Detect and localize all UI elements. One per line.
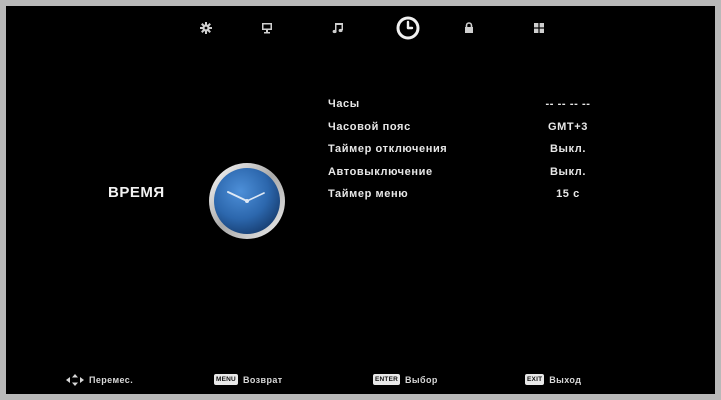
menu-tab-bar bbox=[6, 14, 715, 44]
hint-exit: EXIT Выход bbox=[525, 374, 581, 385]
setting-label: Часы bbox=[328, 98, 360, 110]
setting-label: Таймер меню bbox=[328, 188, 409, 200]
time-settings-list: Часы -- -- -- -- Часовой пояс GMT+3 Тайм… bbox=[328, 96, 628, 209]
setting-value: GMT+3 bbox=[548, 120, 588, 133]
tab-setup[interactable] bbox=[525, 14, 553, 42]
hint-back: MENU Возврат bbox=[214, 374, 283, 385]
four-way-arrows-icon bbox=[66, 374, 84, 386]
hint-select: ENTER Выбор bbox=[373, 374, 438, 385]
enter-key-badge: ENTER bbox=[373, 374, 401, 385]
music-note-icon bbox=[332, 23, 343, 34]
setting-clock[interactable]: Часы -- -- -- -- bbox=[328, 96, 628, 119]
setting-value: Выкл. bbox=[549, 143, 587, 155]
setting-value: -- -- -- -- bbox=[545, 98, 591, 110]
hint-move: Перемес. bbox=[66, 374, 133, 386]
clock-icon bbox=[396, 16, 420, 40]
hint-label: Выход bbox=[549, 374, 582, 385]
hint-label: Возврат bbox=[242, 374, 283, 385]
hint-label: Выбор bbox=[405, 374, 438, 385]
tab-lock[interactable] bbox=[455, 14, 483, 42]
exit-key-badge: EXIT bbox=[525, 374, 545, 385]
setting-sleep-timer[interactable]: Таймер отключения Выкл. bbox=[328, 141, 628, 164]
gear-icon bbox=[200, 22, 212, 34]
setting-label: Таймер отключения bbox=[328, 143, 448, 155]
hint-label: Перемес. bbox=[89, 375, 134, 385]
monitor-icon bbox=[262, 23, 272, 34]
setting-auto-standby[interactable]: Автовыключение Выкл. bbox=[328, 164, 628, 187]
setting-time-zone[interactable]: Часовой пояс GMT+3 bbox=[328, 119, 628, 142]
grid-icon bbox=[534, 23, 544, 33]
clock-icon bbox=[209, 163, 285, 239]
setting-value: Выкл. bbox=[549, 165, 587, 178]
tab-time[interactable] bbox=[394, 14, 422, 42]
tv-menu-screen: ВРЕМЯ Часы -- -- -- -- Часовой пояс GMT+… bbox=[6, 6, 715, 394]
setting-menu-timer[interactable]: Таймер меню 15 с bbox=[328, 186, 628, 209]
setting-value: 15 с bbox=[556, 188, 580, 200]
tab-picture[interactable] bbox=[192, 14, 220, 42]
lock-icon bbox=[465, 22, 473, 33]
menu-key-badge: MENU bbox=[214, 374, 238, 385]
setting-label: Автовыключение bbox=[328, 165, 433, 178]
key-hint-bar: Перемес. MENU Возврат ENTER Выбор EXIT В… bbox=[6, 370, 715, 392]
tab-channel[interactable] bbox=[253, 14, 281, 42]
tab-sound[interactable] bbox=[324, 14, 352, 42]
setting-label: Часовой пояс bbox=[328, 120, 411, 133]
category-title: ВРЕМЯ bbox=[108, 184, 165, 201]
